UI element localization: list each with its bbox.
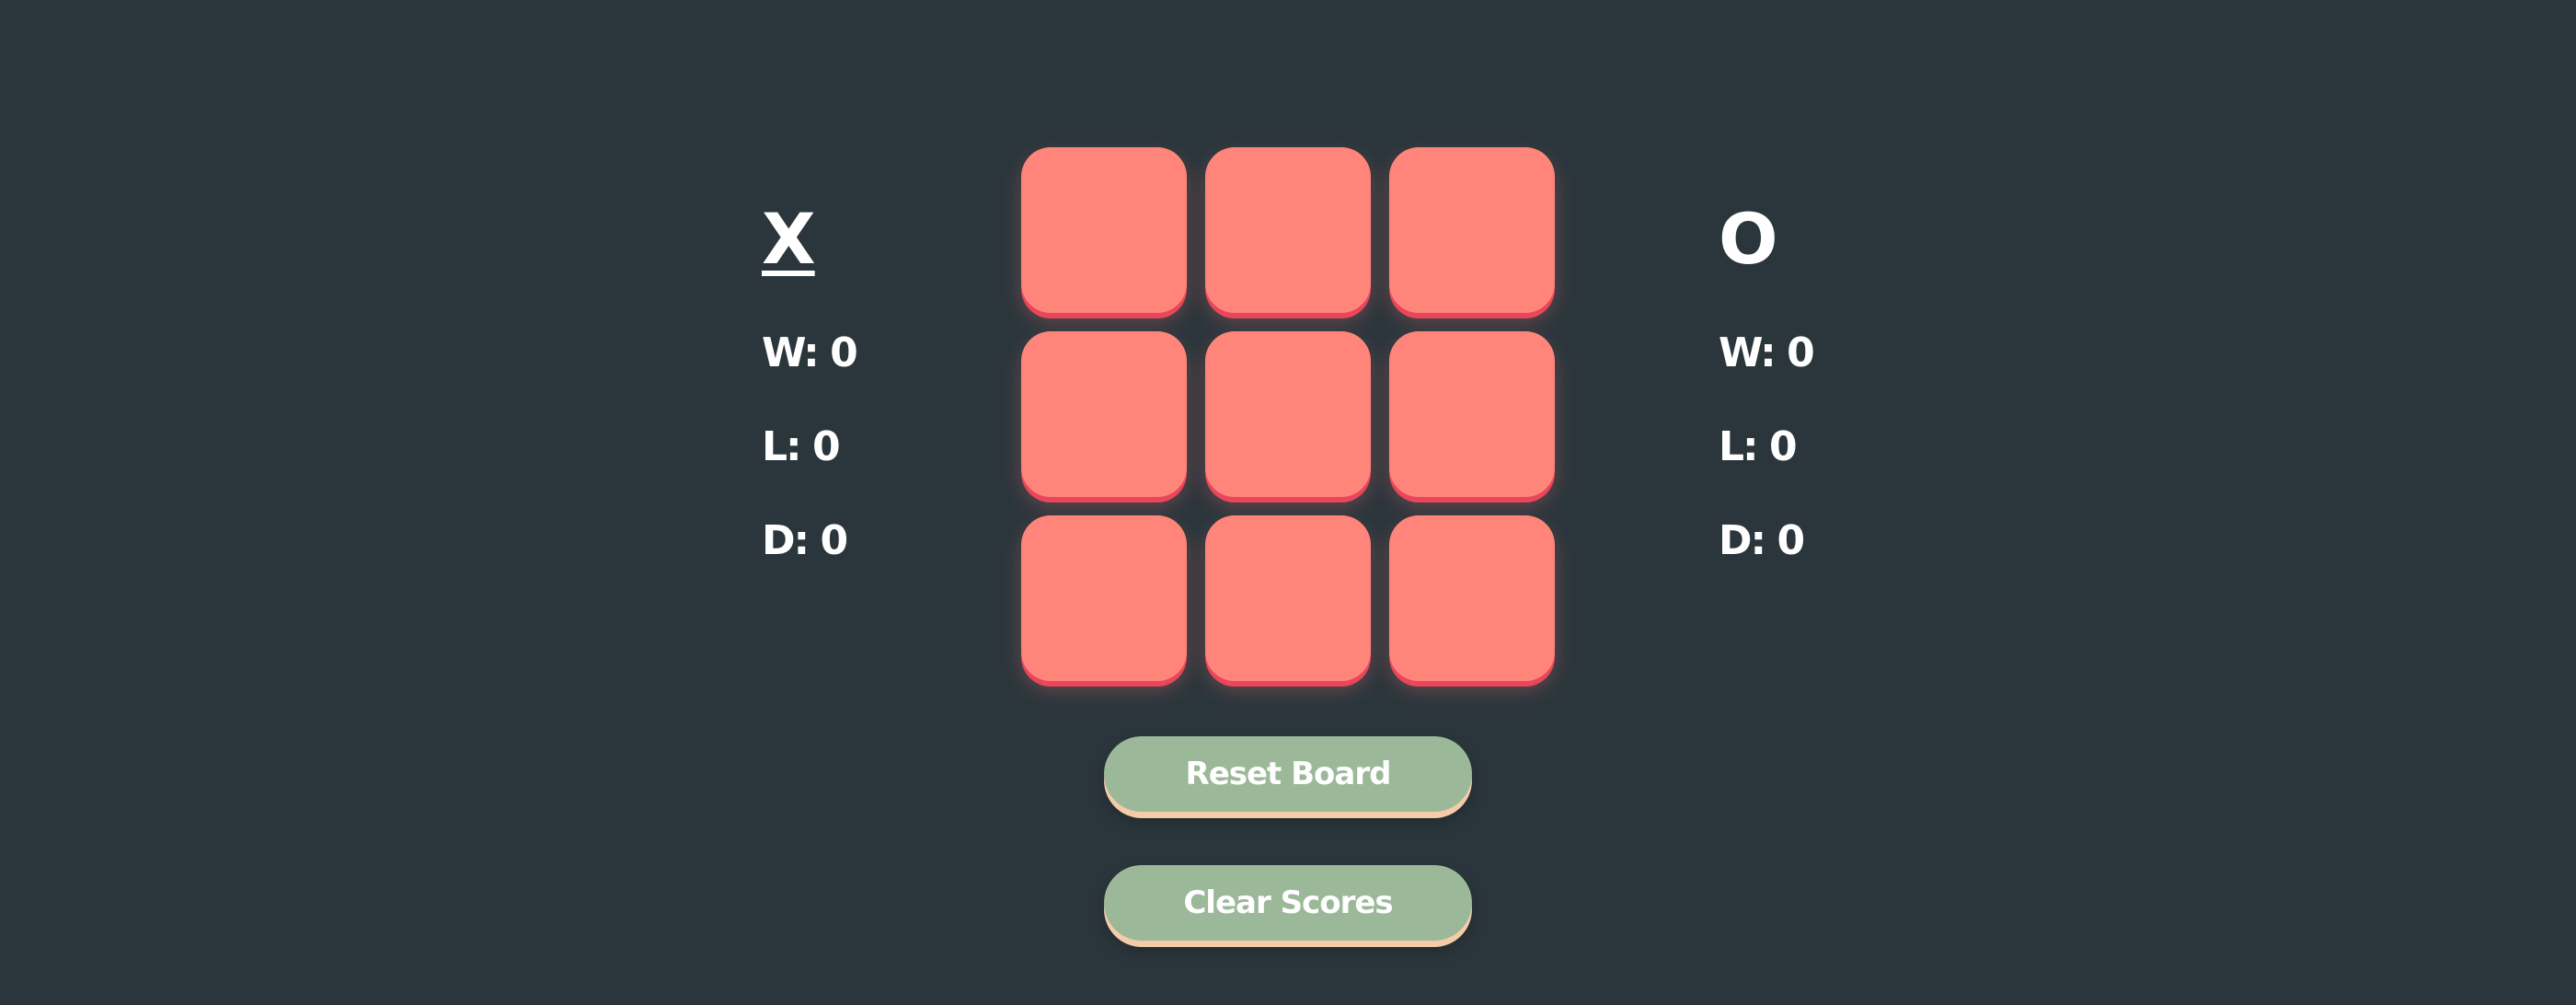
- board-cell-6[interactable]: [1389, 331, 1555, 497]
- board-cell-8[interactable]: [1205, 515, 1371, 681]
- board-cell-7[interactable]: [1021, 515, 1187, 681]
- player-o-losses: L: 0: [1719, 423, 1798, 470]
- board-cell-9[interactable]: [1389, 515, 1555, 681]
- board-cell-1[interactable]: [1021, 147, 1187, 313]
- game-board: [1021, 147, 1555, 681]
- player-x-draws: D: 0: [762, 517, 848, 564]
- player-o-wins: W: 0: [1719, 329, 1815, 376]
- player-x-wins: W: 0: [762, 329, 858, 376]
- board-cell-5[interactable]: [1205, 331, 1371, 497]
- player-o-name: O: [1719, 198, 1778, 280]
- player-x-name: X: [762, 198, 816, 280]
- player-o-score-panel: O W: 0 L: 0 D: 0: [1719, 204, 1949, 561]
- reset-board-button[interactable]: Reset Board: [1104, 736, 1472, 812]
- board-cell-3[interactable]: [1389, 147, 1555, 313]
- player-o-draws: D: 0: [1719, 517, 1805, 564]
- player-x-losses: L: 0: [762, 423, 841, 470]
- clear-scores-button[interactable]: Clear Scores: [1104, 865, 1472, 941]
- board-cell-4[interactable]: [1021, 331, 1187, 497]
- board-cell-2[interactable]: [1205, 147, 1371, 313]
- player-x-score-panel: X W: 0 L: 0 D: 0: [762, 204, 992, 561]
